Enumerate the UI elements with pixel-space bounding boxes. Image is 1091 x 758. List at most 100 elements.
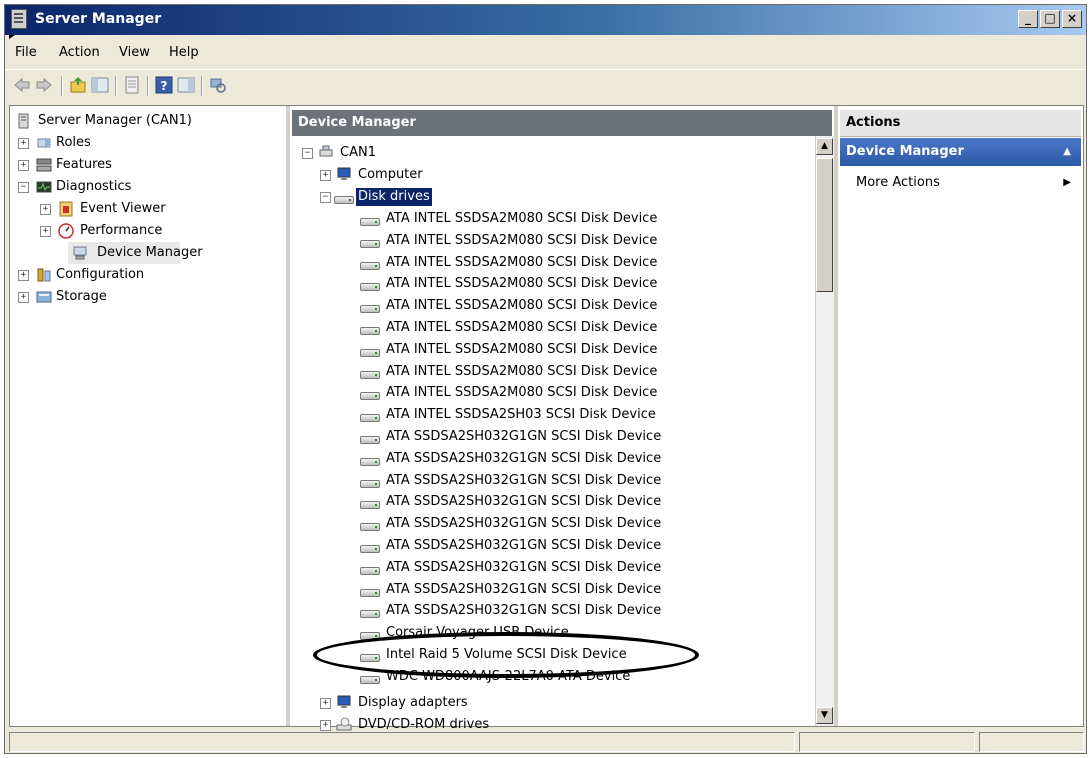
disk-drive-icon <box>360 348 380 357</box>
collapse-icon[interactable]: − <box>302 148 313 159</box>
more-actions-item[interactable]: More Actions ▶ <box>840 172 1081 194</box>
scan-hardware-icon[interactable] <box>209 76 227 94</box>
server-icon <box>18 113 29 129</box>
collapse-icon[interactable]: − <box>18 182 29 193</box>
menu-action[interactable]: Action <box>59 45 100 60</box>
tree-item-label: Storage <box>56 289 107 304</box>
disk-drive-icon <box>360 632 380 641</box>
tree-root-label: Server Manager (CAN1) <box>38 113 192 128</box>
disk-device-label: ATA INTEL SSDSA2SH03 SCSI Disk Device <box>386 407 656 423</box>
more-actions-label: More Actions <box>856 175 940 190</box>
actions-title: Actions <box>840 110 1081 137</box>
title-bar: Server Manager _ □ × <box>5 5 1086 35</box>
tree-item-label: Performance <box>80 223 163 238</box>
expand-icon[interactable]: + <box>18 270 29 281</box>
help-icon[interactable]: ? <box>155 76 173 94</box>
disk-drive-icon <box>360 327 380 335</box>
toolbar-separator <box>61 76 63 96</box>
scroll-down-button[interactable]: ▼ <box>816 707 833 724</box>
disk-device-label: ATA INTEL SSDSA2M080 SCSI Disk Device <box>386 254 658 270</box>
close-button[interactable]: × <box>1062 10 1082 28</box>
computer-icon <box>337 167 351 180</box>
console-panes: Server Manager (CAN1) + Roles + Features… <box>9 105 1084 732</box>
expand-icon[interactable]: + <box>320 720 331 731</box>
menu-bar: File Action View Help <box>5 41 1086 65</box>
expand-icon[interactable]: + <box>18 292 29 303</box>
storage-icon <box>36 291 52 303</box>
disk-drive-icon <box>334 196 354 204</box>
actions-device-manager-section[interactable]: Device Manager ▲ <box>840 138 1081 166</box>
disk-drive-icon <box>360 654 380 662</box>
computer-root-icon <box>319 145 333 157</box>
performance-icon <box>58 223 74 239</box>
scroll-thumb[interactable] <box>816 158 833 292</box>
category-label: Computer <box>358 167 423 182</box>
tree-item-device-manager[interactable]: Device Manager <box>68 242 203 264</box>
disk-device-label: ATA INTEL SSDSA2M080 SCSI Disk Device <box>386 320 658 335</box>
status-cell-2 <box>799 732 975 752</box>
device-tree: − CAN1 + Computer − Disk drives ATA INTE… <box>290 106 816 732</box>
expand-icon[interactable]: + <box>18 160 29 171</box>
vertical-scrollbar[interactable]: ▲ ▼ <box>815 136 834 726</box>
collapse-caret-icon[interactable]: ▲ <box>1063 138 1071 166</box>
expand-icon[interactable]: + <box>320 698 331 709</box>
disk-device-label: ATA SSDSA2SH032G1GN SCSI Disk Device <box>386 429 662 444</box>
configuration-icon <box>37 268 51 282</box>
disk-drive-icon <box>360 545 380 553</box>
menu-help[interactable]: Help <box>169 45 199 60</box>
disk-drive-icon <box>360 479 380 488</box>
disk-device-label: ATA SSDSA2SH032G1GN SCSI Disk Device <box>386 450 662 466</box>
server-manager-window: Server Manager _ □ × File Action View He… <box>4 4 1087 754</box>
disk-device-label: ATA SSDSA2SH032G1GN SCSI Disk Device <box>386 603 662 619</box>
tree-item-label: Device Manager <box>97 245 203 260</box>
disk-device-label: ATA SSDSA2SH032G1GN SCSI Disk Device <box>386 559 662 575</box>
toolbar-separator <box>115 76 117 96</box>
scroll-up-button[interactable]: ▲ <box>816 138 833 155</box>
features-icon <box>36 158 52 172</box>
display-adapter-icon <box>337 695 351 708</box>
expand-icon[interactable]: + <box>40 226 51 237</box>
status-cell-3 <box>979 732 1084 752</box>
expand-icon[interactable]: + <box>18 138 29 149</box>
disk-device-label: ATA INTEL SSDSA2M080 SCSI Disk Device <box>386 363 658 379</box>
back-icon[interactable] <box>13 76 31 94</box>
disk-device-label: ATA INTEL SSDSA2M080 SCSI Disk Device <box>386 276 658 292</box>
expand-icon[interactable]: + <box>320 170 331 181</box>
submenu-arrow-icon: ▶ <box>1063 177 1071 188</box>
disk-device-label: ATA SSDSA2SH032G1GN SCSI Disk Device <box>386 581 662 597</box>
tree-item-label: Features <box>56 157 112 172</box>
category-label: Disk drives <box>356 188 432 206</box>
menu-file[interactable]: File <box>15 45 37 60</box>
maximize-button[interactable]: □ <box>1040 10 1060 28</box>
window-title: Server Manager <box>35 11 162 27</box>
up-folder-icon[interactable] <box>69 76 87 94</box>
disk-device-label: ATA SSDSA2SH032G1GN SCSI Disk Device <box>386 472 662 488</box>
disk-device-label: ATA INTEL SSDSA2M080 SCSI Disk Device <box>386 232 658 248</box>
disk-device-label: WDC WD800AAJS-22L7A0 ATA Device <box>386 668 631 684</box>
actions-section-label: Device Manager <box>846 144 964 159</box>
disk-device-label: ATA SSDSA2SH032G1GN SCSI Disk Device <box>386 494 662 510</box>
properties-icon[interactable] <box>123 76 141 94</box>
disk-drive-icon <box>360 675 380 684</box>
toolbar: ? <box>5 69 1086 100</box>
show-hide-action-pane-icon[interactable] <box>177 76 195 94</box>
disk-device-label: ATA INTEL SSDSA2M080 SCSI Disk Device <box>386 385 658 401</box>
dvd-drive-icon <box>336 717 352 731</box>
category-label: Display adapters <box>358 695 468 710</box>
minimize-button[interactable]: _ <box>1018 10 1038 28</box>
collapse-icon[interactable]: − <box>320 192 331 203</box>
status-cell-main <box>9 732 795 752</box>
disk-device-label: ATA INTEL SSDSA2M080 SCSI Disk Device <box>386 298 658 314</box>
disk-drive-icon <box>360 414 380 423</box>
disk-drive-icon <box>360 588 380 597</box>
show-hide-tree-icon[interactable] <box>91 76 109 94</box>
diagnostics-icon <box>36 181 52 193</box>
forward-icon[interactable] <box>35 76 53 94</box>
disk-device-label: ATA INTEL SSDSA2M080 SCSI Disk Device <box>386 341 658 357</box>
disk-drive-icon <box>360 370 380 379</box>
menu-view[interactable]: View <box>119 45 150 60</box>
disk-drive-icon <box>360 610 380 619</box>
tree-item-label: Diagnostics <box>56 179 132 194</box>
disk-device-label: ATA SSDSA2SH032G1GN SCSI Disk Device <box>386 516 662 532</box>
expand-icon[interactable]: + <box>40 204 51 215</box>
